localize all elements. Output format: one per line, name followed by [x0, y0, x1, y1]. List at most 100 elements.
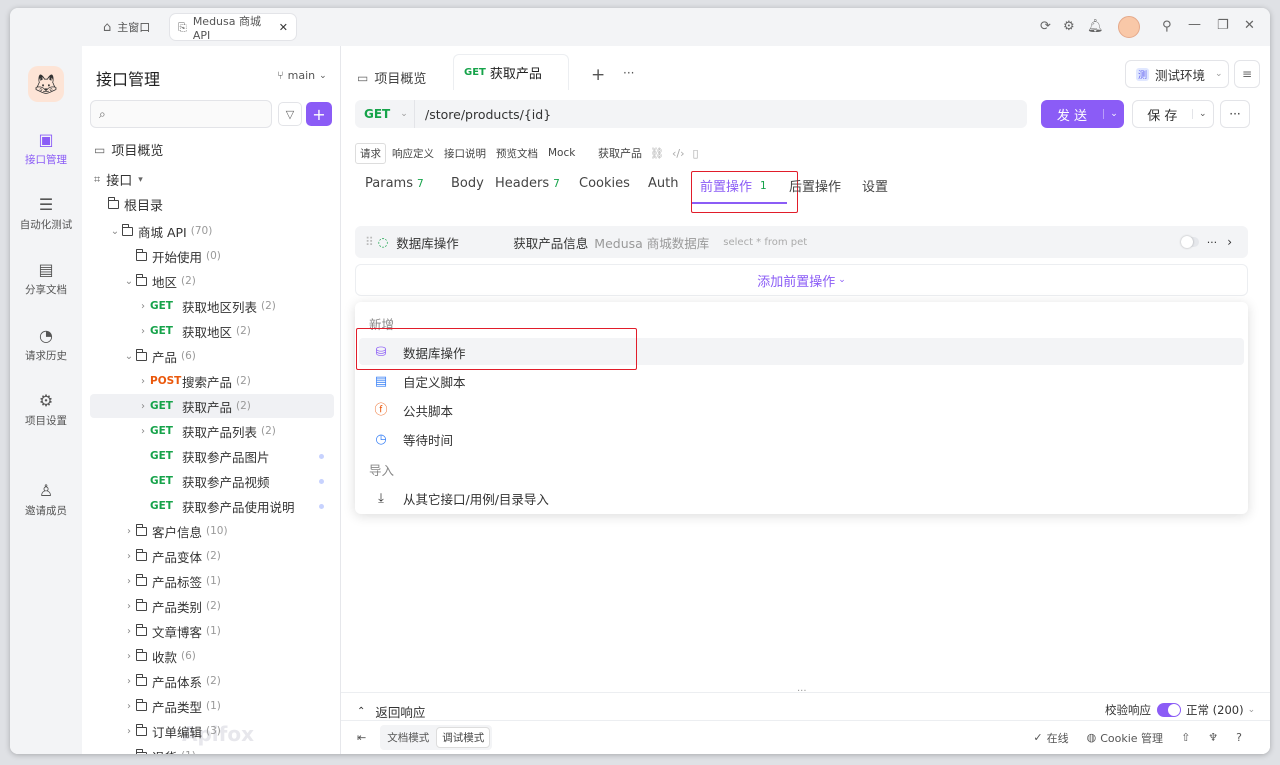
chevron-right-icon[interactable]: › [122, 576, 136, 587]
root-folder[interactable]: 根目录 [108, 195, 163, 214]
response-toggle[interactable]: ⌃ 返回响应 [357, 702, 425, 721]
save-button[interactable]: 保 存 ⌄ [1132, 100, 1214, 128]
rail-history[interactable]: ◔ 请求历史 [10, 328, 82, 363]
folder-tree-item[interactable]: › 产品变体 (2) [90, 544, 334, 568]
debug-mode-button[interactable]: 调试模式 [436, 727, 491, 748]
subtab-7[interactable]: 设置 [862, 176, 888, 195]
subtab-1[interactable]: Body [451, 176, 484, 191]
code-icon[interactable]: ‹/› [672, 147, 685, 160]
api-tree-item[interactable]: GET 获取参产品图片 [90, 444, 334, 468]
import-from-other-item[interactable]: ⤓ 从其它接口/用例/目录导入 [365, 484, 1245, 512]
close-icon[interactable]: ✕ [1244, 19, 1255, 32]
mode-tab[interactable]: 预览文档 [492, 144, 542, 163]
status-selector[interactable]: 正常 (200) ⌄ [1186, 702, 1255, 718]
close-tab-icon[interactable]: ✕ [279, 21, 288, 34]
menu-button[interactable]: ≡ [1234, 60, 1260, 88]
subtab-0[interactable]: Params 7 [365, 176, 424, 191]
chevron-right-icon[interactable]: › [122, 701, 136, 712]
chevron-right-icon[interactable]: › [136, 426, 150, 437]
filter-button[interactable]: ▽ [278, 102, 302, 126]
api-tree-item[interactable]: › POST 搜索产品 (2) [90, 369, 334, 393]
collapse-sidebar-icon[interactable]: ⇤ [357, 731, 366, 744]
more-tabs-button[interactable]: ··· [623, 66, 634, 80]
avatar[interactable] [1118, 16, 1140, 38]
folder-tree-item[interactable]: ⌄ 产品 (6) [90, 344, 334, 368]
rail-project-settings[interactable]: ⚙ 项目设置 [10, 393, 82, 428]
folder-tree-item[interactable]: ⌄ 地区 (2) [90, 269, 334, 293]
folder-tree-item[interactable]: 开始使用 (0) [90, 244, 334, 268]
folder-tree-item[interactable]: › 退货 (1) [90, 744, 334, 754]
chevron-right-icon[interactable]: › [122, 626, 136, 637]
help-icon[interactable]: ? [1236, 731, 1242, 744]
folder-tree-item[interactable]: › 产品类别 (2) [90, 594, 334, 618]
api-tree-item[interactable]: › GET 获取产品 (2) [90, 394, 334, 418]
dropdown-item[interactable]: ▤ 自定义脚本 [365, 367, 1245, 395]
chevron-right-icon[interactable]: › [122, 726, 136, 737]
api-tree-item[interactable]: GET 获取参产品使用说明 [90, 494, 334, 518]
rail-automation[interactable]: ☰ 自动化测试 [10, 197, 82, 232]
op-toggle[interactable] [1180, 236, 1199, 248]
doc-mode-button[interactable]: 文档模式 [382, 728, 434, 747]
folder-tree-item[interactable]: › 产品类型 (1) [90, 694, 334, 718]
maximize-icon[interactable]: ❐ [1217, 19, 1229, 32]
chevron-down-icon[interactable]: ⌄ [108, 226, 122, 237]
folder-tree-item[interactable]: › 产品标签 (1) [90, 569, 334, 593]
upload-icon[interactable]: ⇧ [1181, 731, 1190, 744]
layout-icon[interactable]: ▯ [692, 147, 698, 160]
sidebar-overview[interactable]: ▭ 项目概览 [94, 140, 163, 160]
save-dropdown-icon[interactable]: ⌄ [1191, 109, 1213, 119]
chevron-right-icon[interactable]: › [136, 326, 150, 337]
link-icon[interactable]: ⛓ [650, 147, 664, 160]
url-bar[interactable]: GET ⌄ /store/products/{id} [355, 100, 1027, 128]
doc-tab[interactable]: ⎘ Medusa 商城 API ✕ [170, 14, 296, 42]
folder-tree-item[interactable]: › 客户信息 (10) [90, 519, 334, 543]
chevron-right-icon[interactable]: › [136, 401, 150, 412]
folder-tree-item[interactable]: › 产品体系 (2) [90, 669, 334, 693]
cookie-manager[interactable]: ◍ Cookie 管理 [1087, 730, 1163, 746]
subtab-6[interactable]: 后置操作 [789, 176, 841, 195]
add-tab-button[interactable]: + [591, 65, 605, 85]
add-button[interactable]: + [306, 102, 332, 126]
chevron-right-icon[interactable]: › [122, 601, 136, 612]
minimize-icon[interactable]: — [1188, 18, 1201, 31]
mode-tab[interactable]: Mock [544, 145, 579, 161]
api-tree-item[interactable]: GET 获取参产品视频 [90, 469, 334, 493]
subtab-3[interactable]: Cookies [579, 176, 630, 191]
folder-tree-item[interactable]: › 收款 (6) [90, 644, 334, 668]
dropdown-item[interactable]: ◷ 等待时间 [365, 425, 1245, 453]
subtab-5[interactable]: 前置操作 1 [700, 176, 767, 196]
tab-active-request[interactable]: GET 获取产品 [453, 54, 569, 90]
rail-api-management[interactable]: ▣ 接口管理 [10, 132, 82, 167]
api-tree-item[interactable]: › GET 获取地区 (2) [90, 319, 334, 343]
subtab-2[interactable]: Headers 7 [495, 176, 560, 191]
subtab-4[interactable]: Auth [648, 176, 678, 191]
env-selector[interactable]: 测 测试环境 ⌄ [1125, 60, 1229, 88]
pin-icon[interactable]: ⚲ [1162, 20, 1172, 33]
validate-toggle[interactable] [1157, 703, 1181, 717]
rail-invite[interactable]: ♙ 邀请成员 [10, 483, 82, 518]
chevron-right-icon[interactable]: › [136, 301, 150, 312]
mode-tab[interactable]: 响应定义 [388, 144, 438, 163]
refresh-icon[interactable]: ⟳ [1040, 20, 1051, 33]
settings-icon[interactable]: ⚙ [1063, 20, 1075, 33]
url-input[interactable]: /store/products/{id} [425, 107, 551, 122]
send-button[interactable]: 发 送 ⌄ [1041, 100, 1124, 128]
folder-tree-item[interactable]: › 订单编辑 (3) [90, 719, 334, 743]
send-dropdown-icon[interactable]: ⌄ [1103, 109, 1124, 119]
op-more-icon[interactable]: ··· [1207, 236, 1218, 249]
shirt-icon[interactable]: ♆ [1208, 731, 1218, 744]
folder-tree-item[interactable]: ⌄ 商城 API (70) [90, 219, 334, 243]
more-actions-button[interactable]: ··· [1220, 100, 1250, 128]
method-select[interactable]: GET ⌄ [355, 100, 415, 128]
search-input[interactable] [111, 107, 262, 121]
sidebar-api-section[interactable]: ⌗ 接口 ▾ [94, 170, 143, 189]
pre-op-row[interactable]: ⠿ ◌ 数据库操作 获取产品信息 Medusa 商城数据库 select * f… [355, 226, 1248, 258]
add-pre-op-button[interactable]: 添加前置操作 ⌄ [355, 264, 1248, 296]
chevron-down-icon[interactable]: ⌄ [122, 276, 136, 287]
chevron-down-icon[interactable]: ⌄ [122, 351, 136, 362]
home-tab[interactable]: ⌂ 主窗口 [95, 14, 158, 40]
tab-overview[interactable]: ▭ 项目概览 [357, 68, 426, 88]
resize-handle-icon[interactable]: ··· [797, 686, 807, 697]
chevron-right-icon[interactable]: › [122, 526, 136, 537]
chevron-right-icon[interactable]: › [122, 651, 136, 662]
